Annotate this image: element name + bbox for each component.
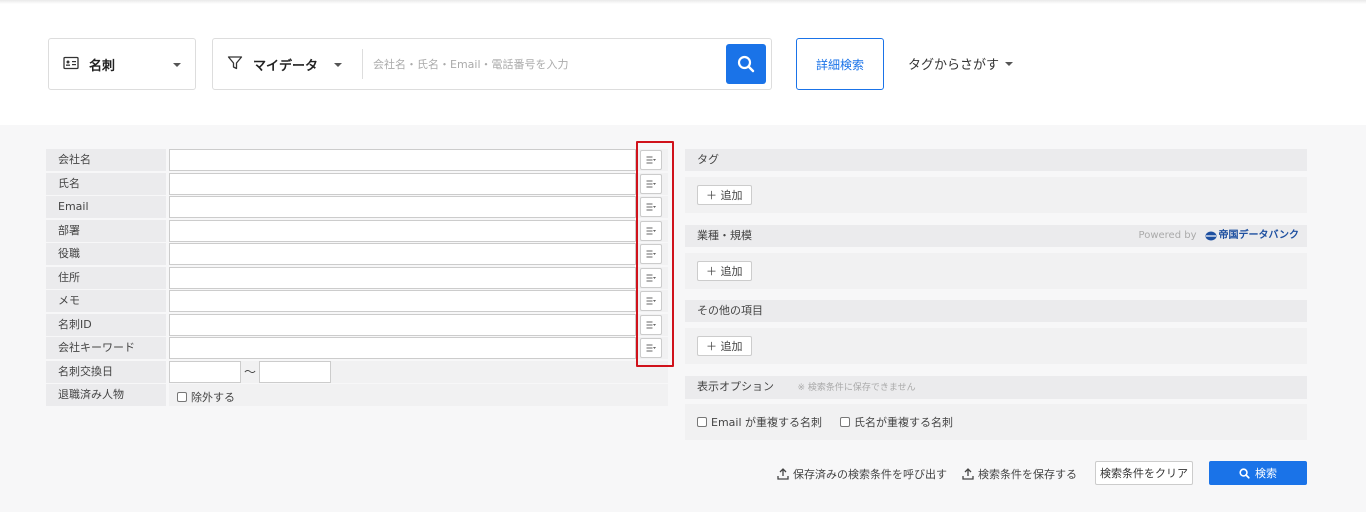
other-section-header: その他の項目 xyxy=(685,300,1307,322)
chevron-down-icon xyxy=(1005,61,1014,66)
field-label: 会社キーワード xyxy=(46,337,166,359)
card-type-label: 名刺 xyxy=(89,58,116,74)
email-input[interactable] xyxy=(169,196,636,218)
card-id-input[interactable] xyxy=(169,313,636,336)
checkbox-box[interactable] xyxy=(177,392,187,402)
card-icon xyxy=(63,56,79,73)
filter-icon xyxy=(227,55,243,74)
tdb-logo-icon xyxy=(1205,231,1216,241)
duplicate-name-label: 氏名が重複する名刺 xyxy=(854,416,953,429)
other-section-body: ＋ 追加 xyxy=(685,328,1307,364)
field-label: メモ xyxy=(46,290,166,312)
add-tag-button[interactable]: ＋ 追加 xyxy=(697,185,752,205)
memo-input[interactable] xyxy=(169,290,636,312)
department-input[interactable] xyxy=(169,219,636,242)
save-conditions-link[interactable]: 検索条件を保存する xyxy=(962,466,1077,482)
form-row: 氏名 xyxy=(46,172,668,197)
display-options-header: 表示オプション ※ 検索条件に保存できません xyxy=(685,376,1307,399)
field-label: 住所 xyxy=(46,266,166,289)
add-other-button[interactable]: ＋ 追加 xyxy=(697,336,752,356)
section-title: 表示オプション xyxy=(697,380,774,393)
checkbox-box[interactable] xyxy=(697,417,707,427)
date-separator: 〜 xyxy=(244,364,257,379)
search-submit-button[interactable]: 検索 xyxy=(1209,461,1307,485)
tag-section-header: タグ xyxy=(685,149,1307,171)
powered-by-text: Powered by xyxy=(1138,230,1197,241)
form-row: 名刺交換日 〜 xyxy=(46,360,668,385)
duplicate-name-checkbox[interactable]: 氏名が重複する名刺 xyxy=(840,414,953,430)
save-conditions-label: 検索条件を保存する xyxy=(978,468,1077,481)
add-industry-button[interactable]: ＋ 追加 xyxy=(697,261,752,281)
chevron-down-icon xyxy=(334,62,343,67)
display-options-note: ※ 検索条件に保存できません xyxy=(797,383,916,393)
section-title: 業種・規模 xyxy=(697,229,752,242)
search-submit-label: 検索 xyxy=(1255,467,1277,480)
form-row: 会社キーワード xyxy=(46,337,668,361)
form-row: 部署 xyxy=(46,219,668,244)
filter-select[interactable]: マイデータ xyxy=(227,55,343,74)
load-saved-conditions-link[interactable]: 保存済みの検索条件を呼び出す xyxy=(777,466,947,482)
powered-by: Powered by 帝国データバンク xyxy=(1139,225,1299,247)
exclude-retired-label: 除外する xyxy=(191,391,235,404)
card-type-select[interactable]: 名刺 xyxy=(48,38,196,90)
exchange-date-from-input[interactable] xyxy=(169,360,241,383)
search-input[interactable] xyxy=(373,51,713,77)
field-label: 会社名 xyxy=(46,149,166,171)
form-row: 名刺ID xyxy=(46,313,668,338)
duplicate-email-label: Email が重複する名刺 xyxy=(711,416,823,429)
section-title: その他の項目 xyxy=(697,304,763,317)
search-icon xyxy=(1239,467,1250,479)
form-row: 会社名 xyxy=(46,149,668,173)
form-row: メモ xyxy=(46,290,668,314)
form-row: Email xyxy=(46,196,668,220)
form-row: 住所 xyxy=(46,266,668,291)
upload-icon xyxy=(777,468,789,480)
download-icon xyxy=(962,468,974,480)
duplicate-email-checkbox[interactable]: Email が重複する名刺 xyxy=(697,414,822,430)
section-title: タグ xyxy=(697,153,719,166)
form-row: 役職 xyxy=(46,243,668,267)
industry-section-header: 業種・規模 Powered by 帝国データバンク xyxy=(685,225,1307,247)
person-name-input[interactable] xyxy=(169,172,636,195)
load-saved-label: 保存済みの検索条件を呼び出す xyxy=(793,468,947,481)
field-label: 部署 xyxy=(46,219,166,242)
tag-search-label: タグからさがす xyxy=(908,58,1000,73)
exchange-date-to-input[interactable] xyxy=(259,360,331,383)
field-label: 役職 xyxy=(46,243,166,265)
search-icon xyxy=(737,55,755,73)
highlight-frame xyxy=(636,141,674,367)
field-label: 退職済み人物 xyxy=(46,384,166,406)
filter-label: マイデータ xyxy=(253,59,319,74)
search-button[interactable] xyxy=(726,44,766,84)
chevron-down-icon xyxy=(173,63,181,67)
company-name-input[interactable] xyxy=(169,149,636,171)
checkbox-box[interactable] xyxy=(840,417,850,427)
position-input[interactable] xyxy=(169,243,636,265)
divider xyxy=(362,49,363,79)
address-input[interactable] xyxy=(169,266,636,289)
field-label: 名刺ID xyxy=(46,313,166,336)
tdb-logo-text: 帝国データバンク xyxy=(1218,230,1300,241)
form-row: 退職済み人物 除外する xyxy=(46,384,668,408)
exclude-retired-checkbox[interactable]: 除外する xyxy=(177,389,235,405)
display-options-body: Email が重複する名刺 氏名が重複する名刺 xyxy=(685,404,1307,440)
field-label: 氏名 xyxy=(46,172,166,195)
tdb-logo: 帝国データバンク xyxy=(1205,225,1300,247)
company-keyword-input[interactable] xyxy=(169,337,636,359)
tag-search-dropdown[interactable]: タグからさがす xyxy=(908,54,1014,73)
industry-section-body: ＋ 追加 xyxy=(685,253,1307,289)
tag-section-body: ＋ 追加 xyxy=(685,177,1307,213)
search-box: マイデータ xyxy=(212,38,772,90)
advanced-search-button[interactable]: 詳細検索 xyxy=(796,38,884,90)
field-label: Email xyxy=(46,196,166,218)
field-label: 名刺交換日 xyxy=(46,360,166,383)
clear-conditions-button[interactable]: 検索条件をクリア xyxy=(1095,461,1193,485)
top-shadow xyxy=(0,0,1366,4)
